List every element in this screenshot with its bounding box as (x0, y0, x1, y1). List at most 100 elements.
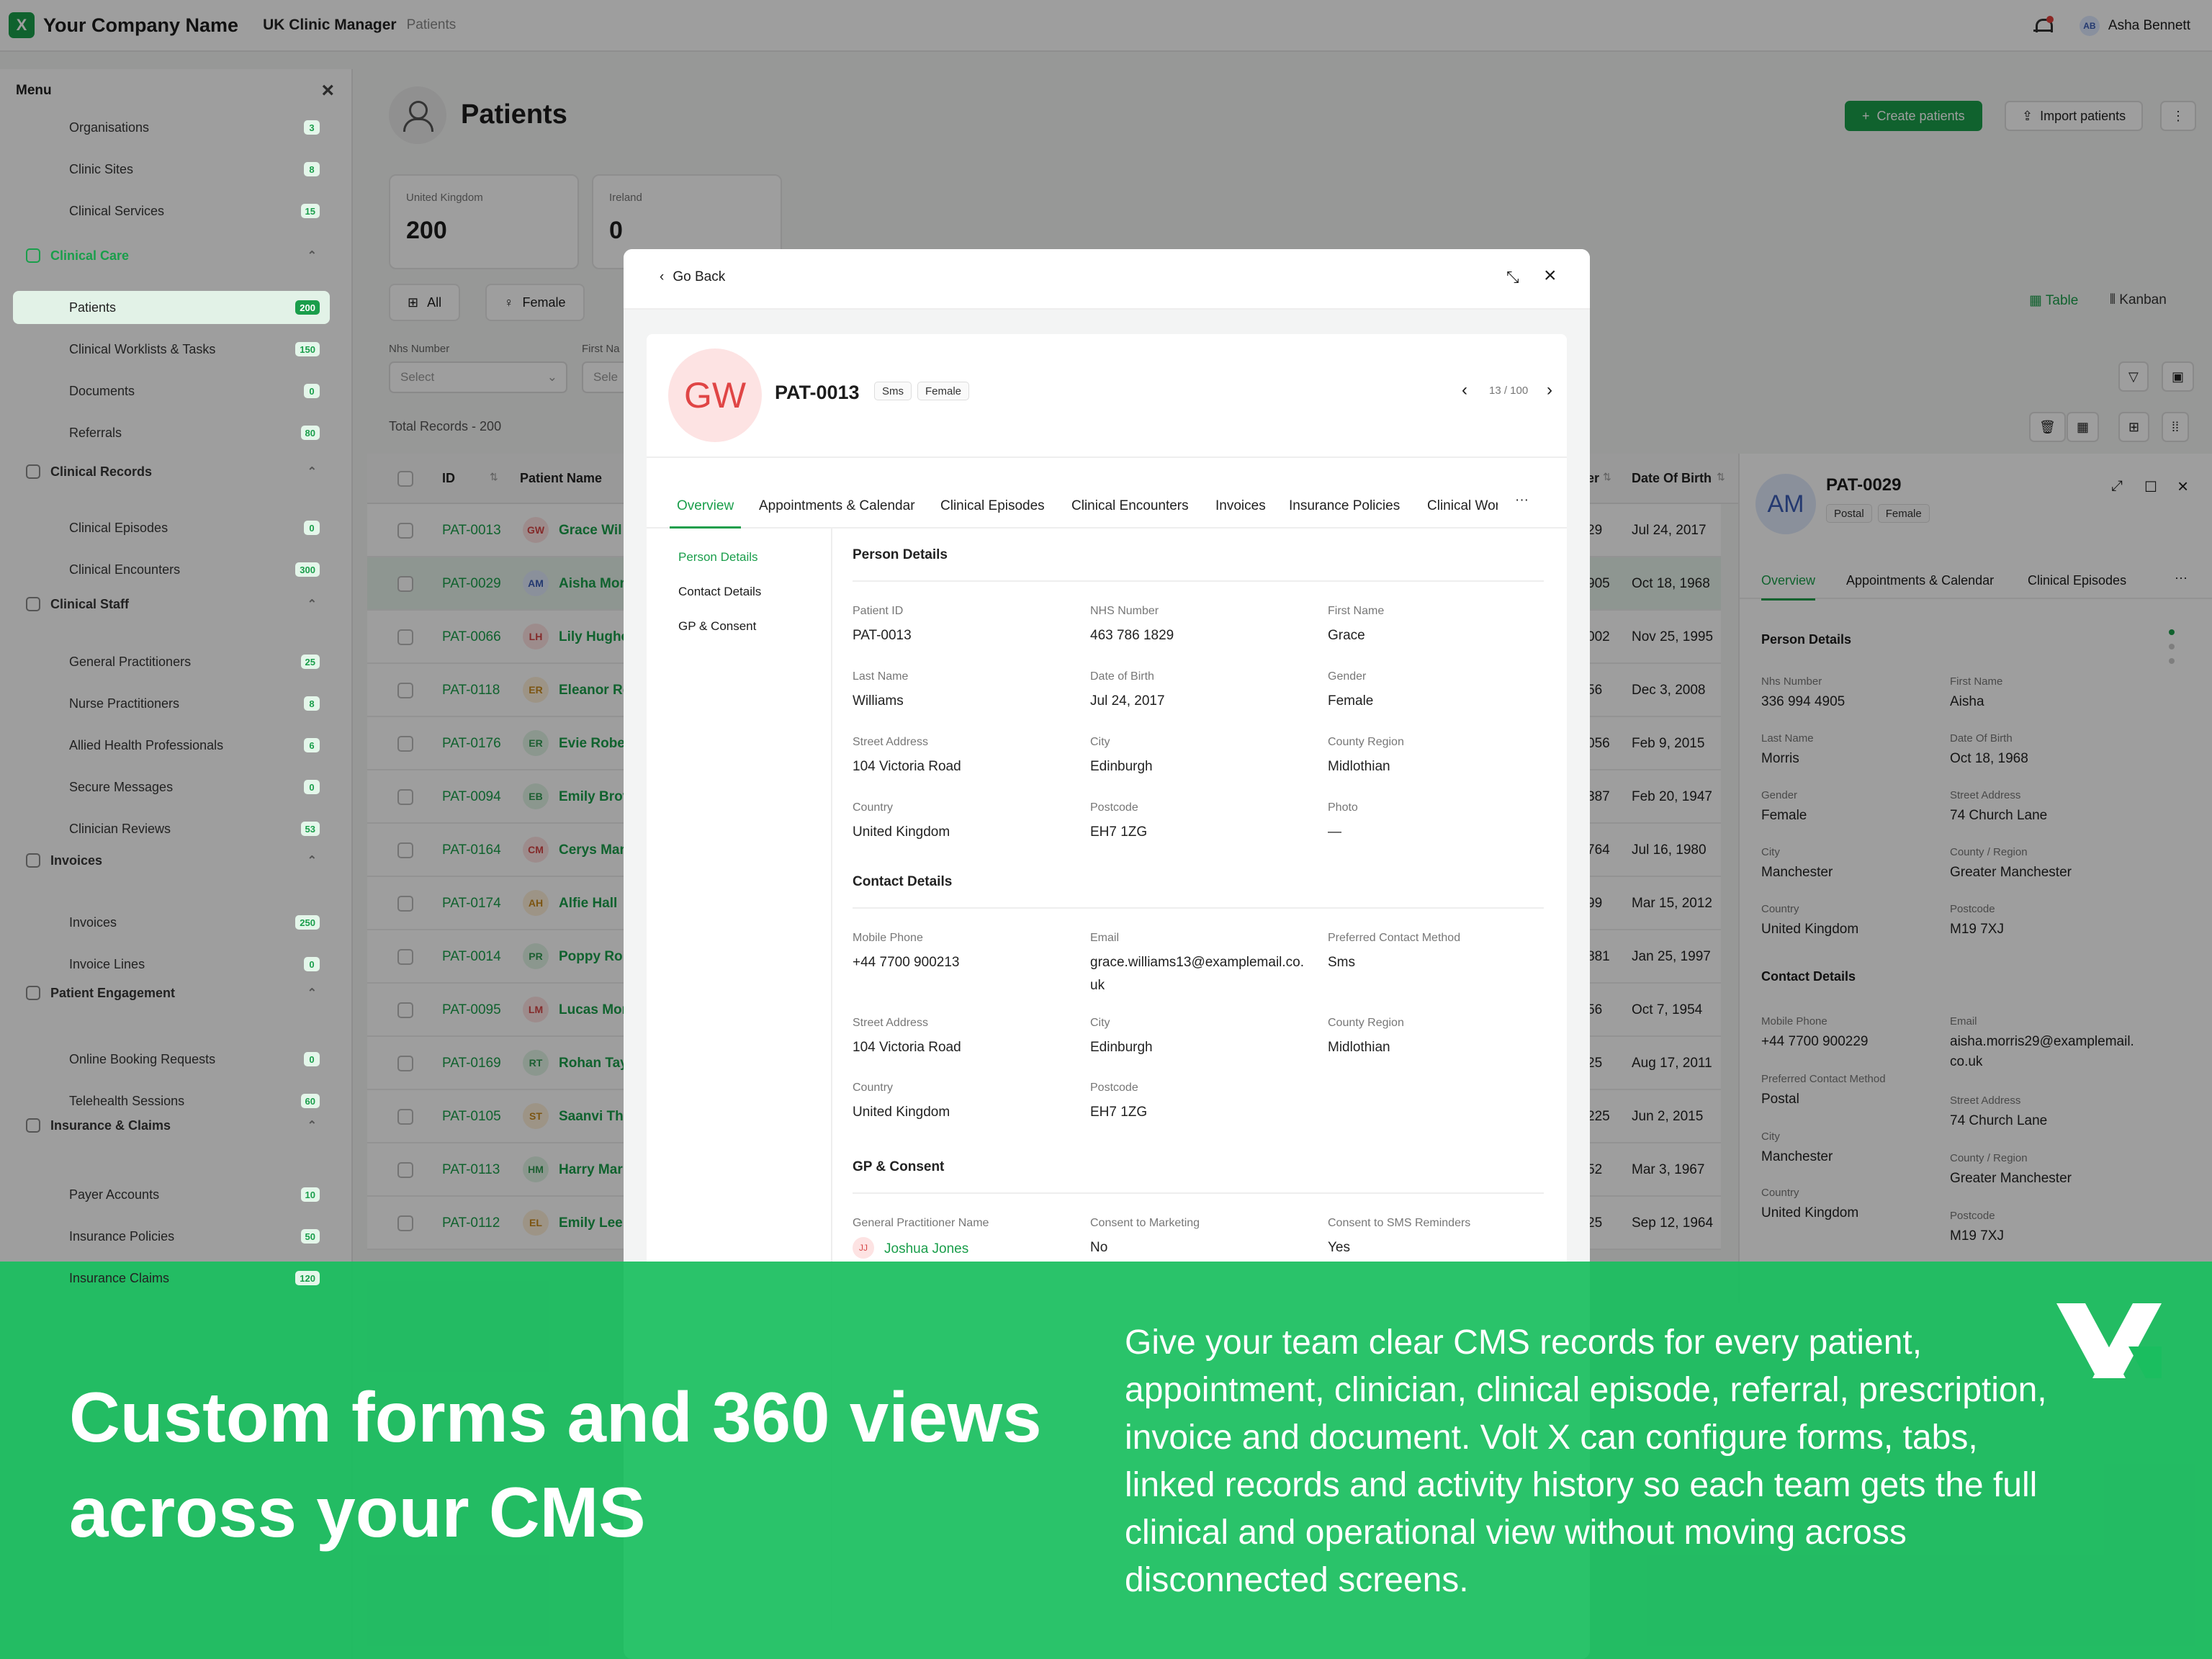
sidebar-item-label: Clinical Worklists & Tasks (69, 341, 216, 356)
sidebar-item-count: 10 (300, 1187, 320, 1202)
field-value: EH7 1ZG (1090, 824, 1148, 840)
sidebar-item[interactable]: Patients 200 (13, 291, 330, 324)
field-value: Yes (1328, 1240, 1350, 1255)
field-value: Female (1328, 693, 1374, 709)
sidebar-item[interactable]: Clinical Encounters 300 (13, 553, 330, 586)
field-label: City (1090, 736, 1110, 748)
sidebar-item[interactable]: Clinician Reviews 53 (13, 812, 330, 845)
field-label: Country (853, 801, 894, 814)
sidebar-item[interactable]: Insurance Claims 120 (13, 1262, 330, 1295)
sidebar-item[interactable]: Nurse Practitioners 8 (13, 687, 330, 720)
sidebar-item[interactable]: Clinical Services 15 (13, 194, 330, 228)
patient-avatar: GW (668, 349, 762, 442)
sidebar-item-count: 250 (295, 915, 320, 930)
field-value: 104 Victoria Road (853, 759, 961, 774)
chevron-up-icon: ⌃ (307, 466, 317, 478)
sidebar-item[interactable]: Clinical Worklists & Tasks 150 (13, 333, 330, 366)
sidebar-item-label: Clinic Sites (69, 161, 134, 176)
sidebar-item-count: 120 (295, 1271, 320, 1285)
sidebar-item[interactable]: Clinical Episodes 0 (13, 511, 330, 544)
field-label: Patient ID (853, 605, 904, 617)
sidebar-item-label: Invoices (69, 914, 117, 930)
field-value: Sms (1328, 955, 1355, 970)
field-label: County Region (1328, 736, 1404, 748)
field-value: Edinburgh (1090, 759, 1153, 774)
collapse-icon[interactable]: ⤡ (1506, 268, 1519, 287)
patient-id: PAT-0013 (775, 382, 860, 403)
divider (853, 580, 1544, 582)
field-value: +44 7700 900213 (853, 955, 960, 970)
next-record-icon[interactable]: › (1547, 380, 1552, 400)
field-value: Williams (853, 693, 904, 709)
sidebar-group[interactable]: Clinical Staff ⌃ (26, 588, 328, 621)
field-label: NHS Number (1090, 605, 1159, 617)
sidebar-item-count: 53 (300, 822, 320, 836)
banner-headline: Custom forms and 360 views across your C… (69, 1377, 1042, 1552)
sidebar-item-label: General Practitioners (69, 654, 192, 669)
sidebar-item[interactable]: Secure Messages 0 (13, 770, 330, 804)
sidebar-item[interactable]: Clinic Sites 8 (13, 153, 330, 186)
sidebar-item[interactable]: Referrals 80 (13, 416, 330, 449)
sidebar-item-count: 60 (300, 1094, 320, 1108)
field-label: Street Address (853, 1017, 928, 1029)
field-label: Street Address (853, 736, 928, 748)
sidebar-item-count: 0 (304, 384, 320, 398)
sidebar-item-label: Allied Health Professionals (69, 737, 224, 752)
tab-clinical-encounters[interactable]: Clinical Encounters (1071, 498, 1189, 514)
sidebar-item[interactable]: Organisations 3 (13, 111, 330, 144)
sidebar-item-count: 8 (304, 696, 320, 711)
record-pager: 13 / 100 (1489, 385, 1529, 397)
prev-record-icon[interactable]: ‹ (1462, 380, 1467, 400)
field-label: Consent to Marketing (1090, 1217, 1200, 1229)
sidebar-item[interactable]: Invoices 250 (13, 906, 330, 939)
sidebar-group[interactable]: Patient Engagement ⌃ (26, 976, 328, 1010)
sidebar-item[interactable]: Insurance Policies 50 (13, 1220, 330, 1253)
go-back-label: Go Back (673, 269, 726, 284)
sidebar-item-count: 6 (304, 738, 320, 752)
field-label: County Region (1328, 1017, 1404, 1029)
sidebar-item-label: Referrals (69, 425, 122, 440)
tab-insurance-policies[interactable]: Insurance Policies (1289, 498, 1400, 514)
sidebar-group-label: Insurance & Claims (50, 1118, 171, 1133)
tab-invoices[interactable]: Invoices (1215, 498, 1266, 514)
sidebar-group[interactable]: Clinical Care ⌃ (26, 239, 328, 272)
sidebar-item[interactable]: Payer Accounts 10 (13, 1178, 330, 1211)
sidebar-item[interactable]: Allied Health Professionals 6 (13, 729, 330, 762)
field-label: Postcode (1090, 1082, 1138, 1094)
chevron-up-icon: ⌃ (307, 250, 317, 262)
nav-person-details[interactable]: Person Details (678, 550, 758, 565)
gp-avatar: JJ (853, 1237, 874, 1259)
volt-x-logo (2056, 1303, 2162, 1378)
sidebar-item[interactable]: Documents 0 (13, 374, 330, 408)
more-tabs-icon[interactable]: ··· (1515, 493, 1529, 508)
sidebar-item-label: Nurse Practitioners (69, 696, 180, 711)
sidebar-group-label: Clinical Staff (50, 596, 130, 611)
sidebar-item-count: 0 (304, 780, 320, 794)
sidebar-item-label: Online Booking Requests (69, 1051, 216, 1066)
tab-clinical-episodes[interactable]: Clinical Episodes (940, 498, 1045, 514)
close-icon[interactable]: × (1544, 264, 1557, 288)
sidebar-item-count: 0 (304, 521, 320, 535)
divider (853, 907, 1544, 909)
tab-overview[interactable]: Overview (669, 498, 742, 529)
modal-tabs: Overview Appointments & Calendar Clinica… (647, 485, 1567, 529)
sidebar-item[interactable]: Online Booking Requests 0 (13, 1043, 330, 1076)
nav-contact-details[interactable]: Contact Details (678, 585, 761, 599)
tab-clinical-worklists[interactable]: Clinical Wor (1427, 498, 1498, 514)
nav-gp-consent[interactable]: GP & Consent (678, 619, 756, 634)
field-value: Edinburgh (1090, 1040, 1153, 1055)
tab-appointments[interactable]: Appointments & Calendar (759, 498, 915, 514)
sidebar-item-label: Clinician Reviews (69, 821, 171, 836)
go-back-button[interactable]: ‹ Go Back (660, 269, 725, 285)
sidebar-group[interactable]: Invoices ⌃ (26, 844, 328, 877)
sidebar-item-count: 300 (295, 562, 320, 577)
sidebar-group[interactable]: Clinical Records ⌃ (26, 455, 328, 488)
group-icon (26, 986, 40, 1000)
gp-link[interactable]: Joshua Jones (884, 1241, 968, 1257)
sidebar-item[interactable]: General Practitioners 25 (13, 645, 330, 678)
field-value: No (1090, 1240, 1108, 1255)
field-label: City (1090, 1017, 1110, 1029)
field-label: Mobile Phone (853, 932, 923, 944)
field-value: United Kingdom (853, 824, 950, 840)
sidebar-group[interactable]: Insurance & Claims ⌃ (26, 1109, 328, 1142)
